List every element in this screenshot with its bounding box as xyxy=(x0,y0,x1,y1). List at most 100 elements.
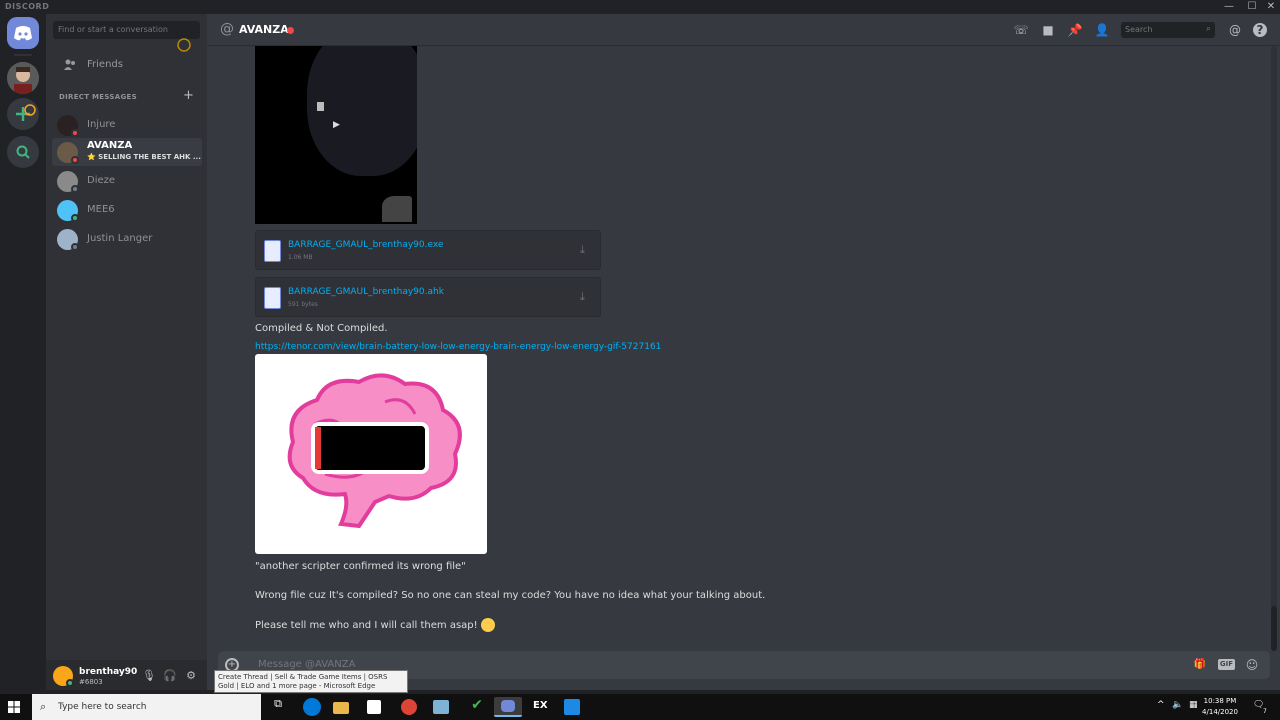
taskbar-search-input[interactable]: ⌕ Type here to search xyxy=(32,694,261,720)
ex-app-button[interactable]: EX xyxy=(533,700,548,711)
dm-item-injure[interactable]: Injure xyxy=(52,111,202,139)
add-server-button[interactable] xyxy=(7,98,39,130)
help-icon[interactable]: ? xyxy=(1253,23,1267,37)
maximize-button[interactable]: ☐ xyxy=(1243,0,1261,14)
file-attachment[interactable]: BARRAGE_GMAUL_brenthay90.ahk 591 bytes ⤓ xyxy=(255,277,601,317)
explore-servers-button[interactable] xyxy=(7,136,39,168)
dm-name: AVANZA xyxy=(87,140,133,151)
chat-header: @ AVANZA ☏ ■ 📌 👤 Search ⌕ @ ? xyxy=(207,14,1280,46)
pin-icon[interactable]: 📌 xyxy=(1067,22,1083,38)
dm-item-mee6[interactable]: MEE6 xyxy=(52,196,202,224)
download-icon[interactable]: ⤓ xyxy=(580,243,585,257)
file-icon xyxy=(264,240,281,262)
message-text: Compiled & Not Compiled. xyxy=(255,323,388,334)
gif-button[interactable]: GIF xyxy=(1218,659,1235,670)
search-placeholder: Search xyxy=(1125,25,1153,34)
brain-battery-image xyxy=(287,373,462,529)
status-dnd-icon xyxy=(71,129,79,137)
home-button[interactable] xyxy=(7,17,39,49)
rail-separator xyxy=(14,54,32,56)
windows-taskbar: ⌕ Type here to search ⧉ ✔ EX ^ 🔈 ▦ 10:38… xyxy=(0,694,1280,720)
video-thumbnail-detail xyxy=(382,196,412,222)
dm-name: MEE6 xyxy=(87,204,115,215)
windows-start-icon[interactable] xyxy=(8,701,20,713)
status-online-icon xyxy=(66,679,74,687)
settings-gear-icon[interactable]: ⚙ xyxy=(184,669,198,683)
create-dm-button[interactable]: + xyxy=(183,88,194,103)
title-bar: DISCORD — ☐ ✕ xyxy=(0,0,1280,14)
magnifier-icon: ⌕ xyxy=(1205,24,1211,34)
file-name-link[interactable]: BARRAGE_GMAUL_brenthay90.ahk xyxy=(288,287,444,297)
friends-icon xyxy=(64,59,75,70)
smile-emoji-icon xyxy=(480,618,495,632)
at-icon: @ xyxy=(220,21,234,37)
scrollbar-thumb[interactable] xyxy=(1271,606,1277,651)
user-tag: #6803 xyxy=(79,678,103,686)
video-embed[interactable]: ▶ xyxy=(255,46,417,224)
gif-embed[interactable] xyxy=(255,354,487,554)
add-friend-to-dm-icon[interactable]: 👤 xyxy=(1094,22,1110,38)
file-attachment[interactable]: BARRAGE_GMAUL_brenthay90.exe 1.06 MB ⤓ xyxy=(255,230,601,270)
discord-logo-icon xyxy=(501,700,515,712)
file-explorer-icon[interactable] xyxy=(333,702,349,714)
dm-item-avanza[interactable]: AVANZA ⭐ SELLING THE BEST AHK ... xyxy=(52,138,202,166)
clock-time: 10:38 PM xyxy=(1203,697,1237,705)
photos-icon[interactable] xyxy=(564,699,580,715)
clock-date: 4/14/2020 xyxy=(1202,708,1238,716)
search-icon: ⌕ xyxy=(40,700,47,713)
play-icon[interactable]: ▶ xyxy=(333,120,340,130)
chrome-icon[interactable] xyxy=(401,699,417,715)
search-input[interactable]: Search ⌕ xyxy=(1121,22,1215,38)
chat-scrollbar[interactable] xyxy=(1271,46,1277,651)
user-name: brenthay90 xyxy=(79,667,138,677)
task-view-icon[interactable]: ⧉ xyxy=(267,697,289,717)
notification-count: 7 xyxy=(1263,708,1267,715)
video-call-icon[interactable]: ■ xyxy=(1040,22,1056,38)
dm-name: Injure xyxy=(87,119,116,130)
file-name-link[interactable]: BARRAGE_GMAUL_brenthay90.exe xyxy=(288,240,443,250)
message-text: Please tell me who and I will call them … xyxy=(255,618,495,632)
show-hidden-icons[interactable]: ^ xyxy=(1157,700,1165,710)
loading-ring-icon xyxy=(177,38,191,52)
channel-title: AVANZA xyxy=(239,23,289,36)
plus-icon xyxy=(16,104,36,121)
edge-browser-icon[interactable] xyxy=(303,698,321,716)
discord-taskbar-icon[interactable] xyxy=(494,697,522,717)
status-online-icon xyxy=(71,214,79,222)
speaker-icon[interactable]: 🔈 xyxy=(1172,700,1183,710)
headphones-icon[interactable]: 🎧 xyxy=(163,669,177,683)
dm-name: Dieze xyxy=(87,175,116,186)
taskbar-tooltip: Create Thread | Sell & Trade Game Items … xyxy=(214,670,408,693)
status-offline-icon xyxy=(71,243,79,251)
taskbar-search-placeholder: Type here to search xyxy=(58,702,147,712)
download-icon[interactable]: ⤓ xyxy=(580,290,585,304)
search-icon xyxy=(16,145,30,159)
message-text: "another scripter confirmed its wrong fi… xyxy=(255,561,466,572)
dm-name: Justin Langer xyxy=(87,233,153,244)
store-icon[interactable] xyxy=(367,700,381,714)
dm-sidebar: Find or start a conversation Friends DIR… xyxy=(46,14,207,690)
server-avatar[interactable] xyxy=(7,62,39,94)
minimize-button[interactable]: — xyxy=(1220,0,1238,14)
gift-icon[interactable]: 🎁 xyxy=(1192,657,1208,673)
dm-item-justin-langer[interactable]: Justin Langer xyxy=(52,225,202,253)
emoji-picker-icon[interactable]: ☺ xyxy=(1244,657,1260,673)
person-avatar-icon xyxy=(7,62,39,94)
message-link[interactable]: https://tenor.com/view/brain-battery-low… xyxy=(255,342,661,352)
message-input[interactable]: Message @AVANZA xyxy=(258,659,355,670)
dm-section-header: DIRECT MESSAGES xyxy=(59,93,137,101)
dm-item-dieze[interactable]: Dieze xyxy=(52,167,202,195)
microphone-icon[interactable]: 🎙 xyxy=(142,669,156,683)
mentions-icon[interactable]: @ xyxy=(1227,22,1243,38)
voice-call-icon[interactable]: ☏ xyxy=(1013,22,1029,38)
message-list: ▶ BARRAGE_GMAUL_brenthay90.exe 1.06 MB ⤓… xyxy=(207,46,1280,651)
status-dnd-icon xyxy=(287,27,294,34)
file-icon xyxy=(317,102,324,111)
checkmark-app-icon[interactable]: ✔ xyxy=(466,697,488,717)
discord-logo-icon xyxy=(14,26,32,41)
notepad-icon[interactable] xyxy=(433,700,449,714)
system-clock[interactable]: 10:38 PM 4/14/2020 xyxy=(1196,696,1244,718)
file-icon xyxy=(264,287,281,309)
close-button[interactable]: ✕ xyxy=(1262,0,1280,14)
friends-nav-item[interactable]: Friends xyxy=(53,55,200,77)
